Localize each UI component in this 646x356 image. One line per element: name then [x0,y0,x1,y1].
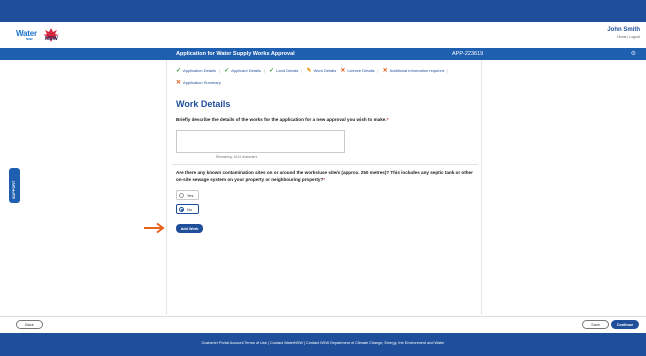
required-mark: * [323,177,326,182]
contamination-question: Are there any known contamination sites … [176,170,473,182]
step-applicant-details[interactable]: ✓ Applicant Details [224,65,261,77]
divider [0,316,646,317]
waternsw-logo[interactable]: Water NSW [16,29,37,41]
support-tab[interactable]: SUPPORT [9,168,20,203]
divider [172,164,478,165]
step-licence-details[interactable]: ✕ Licence Details [340,65,374,77]
back-button[interactable]: Back [16,320,43,329]
step-land-details[interactable]: ✓ Land Details [269,65,298,77]
support-tab-label: SUPPORT [12,180,16,199]
logo-nsw-text: NSW [45,36,58,42]
footer-links[interactable]: Customer Portal Account Terms of Use | C… [0,341,646,345]
header: Water NSW NSW John Smith Home | Logout [0,22,646,48]
works-description-question: Briefly describe the details of the work… [176,117,389,122]
arrow-right-icon [144,222,165,234]
add-work-button[interactable]: Add Work [176,224,203,233]
check-icon: ✓ [224,68,230,74]
step-application-details[interactable]: ✓ Application Details [176,65,216,77]
radio-yes-label: Yes [187,193,194,198]
user-links[interactable]: Home | Logout [617,35,640,39]
application-id: APP-223619 [452,51,484,57]
radio-circle-icon [179,193,184,198]
step-work-details[interactable]: ✎ Work Details [307,65,337,77]
section-title: Work Details [176,99,231,109]
save-button[interactable]: Save [582,320,609,329]
application-title: Application for Water Supply Works Appro… [176,51,295,57]
progress-steps: ✓ Application Details | ✓ Applicant Details… [176,65,476,89]
works-description-textarea[interactable] [176,130,345,153]
check-icon: ✓ [269,68,275,74]
user-name: John Smith [607,27,640,33]
cross-icon: ✕ [382,68,388,74]
cross-icon: ✕ [176,80,182,86]
required-mark: * [386,117,389,122]
step-additional-information[interactable]: ✕ Additional information required [383,65,444,77]
radio-yes[interactable]: Yes [176,190,199,200]
application-title-bar: Application for Water Supply Works Appro… [0,48,646,60]
radio-selected-icon [179,207,184,212]
step-application-summary[interactable]: ✕ Application Summary [176,77,221,89]
gear-icon[interactable]: ⚙ [631,50,636,57]
radio-no-label: No [187,207,193,212]
remaining-characters: Remaining: 1024 characters [216,155,258,159]
cross-icon: ✕ [340,68,346,74]
check-icon: ✓ [176,68,182,74]
page: Water NSW NSW John Smith Home | Logout A… [0,0,646,356]
top-bar [0,0,646,22]
continue-button[interactable]: Continue [611,320,639,329]
radio-no[interactable]: No [176,204,199,214]
pencil-icon: ✎ [306,68,312,74]
footer: Customer Portal Account Terms of Use | C… [0,333,646,356]
